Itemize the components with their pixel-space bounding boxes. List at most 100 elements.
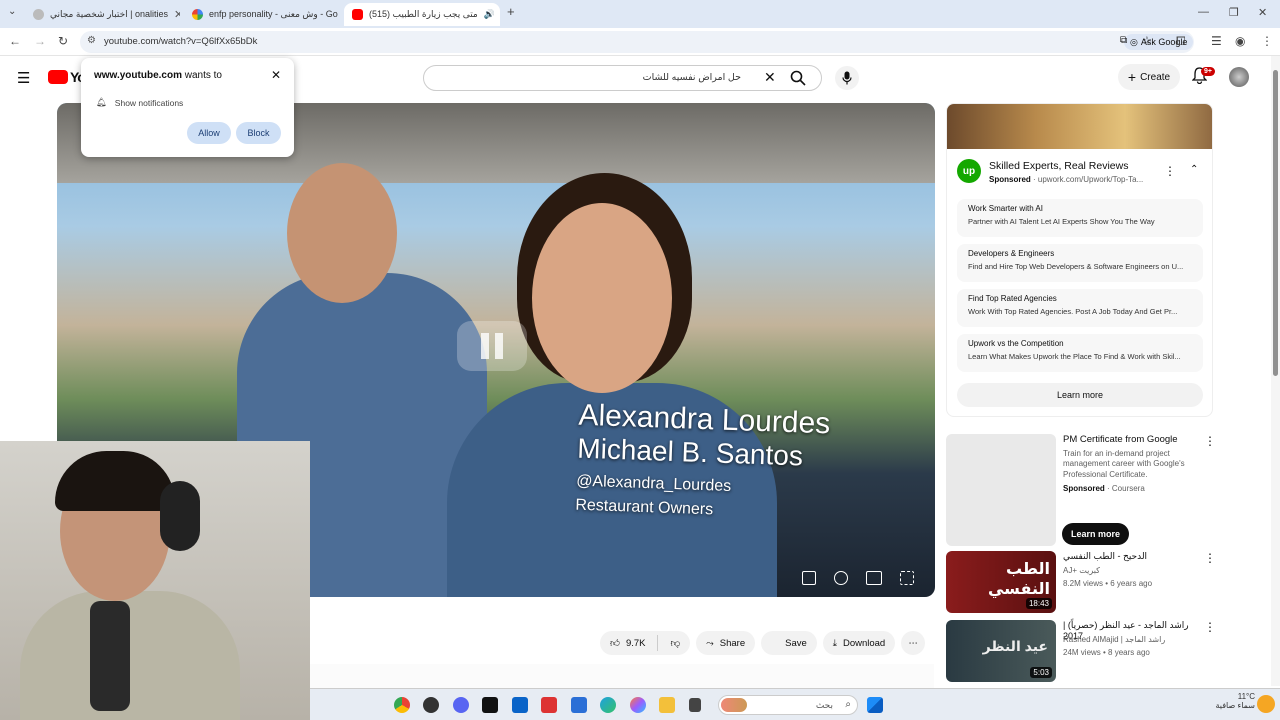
settings-gear-icon[interactable] (834, 571, 848, 585)
sitelink-desc: Partner with AI Talent Let AI Experts Sh… (968, 217, 1155, 226)
back-icon[interactable]: ← (9, 34, 21, 48)
more-options-icon[interactable]: ⋮ (1204, 620, 1216, 634)
promo-learn-more-button[interactable]: Learn more (1062, 523, 1130, 545)
weather-sun-icon[interactable] (1257, 695, 1275, 713)
fullscreen-icon[interactable] (900, 571, 914, 585)
browser-tab-3-active[interactable]: (515) متى يجب زيارة الطبيب 🔊 ✕ (344, 3, 500, 26)
promo-thumbnail[interactable] (946, 434, 1056, 546)
video-title[interactable]: الدحيح - الطب النفسي (1063, 551, 1203, 562)
promo-card[interactable]: PM Certificate from Google Train for an … (946, 434, 1216, 546)
tab-label: enfp personality - وش معنى - Go (209, 9, 338, 19)
windows-start-icon[interactable] (867, 697, 883, 713)
theater-mode-icon[interactable] (866, 571, 882, 585)
create-button[interactable]: + Create (1118, 64, 1180, 90)
scrollbar-thumb[interactable] (1273, 70, 1278, 376)
video-thumbnail[interactable]: الطب النفسي 18:43 (946, 551, 1056, 613)
edge-icon[interactable] (600, 697, 616, 713)
close-tab-icon[interactable]: ✕ (174, 8, 180, 21)
site-info-icon[interactable]: ⚙ (87, 35, 96, 46)
recommendation-item[interactable]: الطب النفسي 18:43 الدحيح - الطب النفسي A… (946, 551, 1216, 615)
audio-playing-icon[interactable]: 🔊 (484, 9, 495, 20)
search-input[interactable]: حل امراض نفسيه للشات (643, 72, 741, 83)
hamburger-menu-icon[interactable]: ☰ (17, 69, 30, 87)
more-options-icon[interactable]: ⋮ (1204, 551, 1216, 565)
install-app-icon[interactable]: ⧉ (1120, 35, 1127, 46)
video-meta: 24M views • 8 years ago (1063, 648, 1150, 657)
thumbs-down-icon[interactable]: 👎︎ (664, 637, 686, 649)
new-tab-button[interactable]: + (507, 4, 515, 19)
more-actions-icon[interactable]: ⋯ (901, 631, 926, 655)
url-text[interactable]: youtube.com/watch?v=Q6lfXx65bDk (104, 36, 257, 47)
restore-icon[interactable]: ❐ (1229, 6, 1239, 19)
address-bar[interactable]: ⚙ youtube.com/watch?v=Q6lfXx65bDk ◎ Ask … (80, 31, 1194, 53)
clear-search-icon[interactable]: ✕ (764, 69, 776, 86)
search-box[interactable]: حل امراض نفسيه للشات ✕ (423, 65, 822, 91)
popup-site: www.youtube.com (94, 70, 182, 81)
ad-banner-image[interactable] (947, 104, 1212, 149)
video-scene (287, 163, 397, 303)
browser-menu-icon[interactable]: ⋮ (1261, 34, 1273, 48)
chrome-icon[interactable] (394, 697, 410, 713)
forward-icon[interactable]: → (34, 34, 46, 48)
file-explorer-icon[interactable] (659, 697, 675, 713)
ad-sitelink[interactable]: Find Top Rated Agencies Work With Top Ra… (957, 289, 1203, 327)
taskbar-search-box[interactable]: بحث ⌕ (718, 695, 858, 715)
youtube-logo-icon (48, 70, 68, 84)
video-thumbnail[interactable]: عيد النظر 5:03 (946, 620, 1056, 682)
allow-button[interactable]: Allow (187, 122, 231, 144)
account-avatar[interactable] (1229, 67, 1249, 87)
learn-more-button[interactable]: Learn more (957, 383, 1203, 407)
ad-more-options-icon[interactable]: ⋮ (1164, 164, 1176, 178)
popup-title: www.youtube.com wants to (94, 70, 222, 81)
youtube-logo[interactable]: Yo (48, 69, 86, 85)
obs-icon[interactable] (423, 697, 439, 713)
ad-sitelink[interactable]: Work Smarter with AI Partner with AI Tal… (957, 199, 1203, 237)
profile-icon[interactable]: ◉ (1235, 34, 1245, 48)
thumbnail-text: الطب النفسي (987, 561, 1050, 598)
collapse-icon[interactable]: ⌃ (1190, 164, 1198, 175)
channel-name[interactable]: AJ+ كبريت (1063, 566, 1100, 575)
recommendation-item[interactable]: عيد النظر 5:03 راشد الماجد - عيد النظر (… (946, 620, 1216, 684)
like-button[interactable]: 👍︎ 9.7K 👎︎ (600, 631, 691, 655)
bookmark-star-icon[interactable]: ☆ (1142, 34, 1152, 47)
store-icon[interactable] (571, 697, 587, 713)
more-options-icon[interactable]: ⋮ (1204, 434, 1216, 448)
ad-url: upwork.com/Upwork/Top-Ta... (1037, 175, 1144, 184)
youtube-favicon-icon (352, 9, 363, 20)
channel-name[interactable]: Rashed AlMajid | راشد الماجد (1063, 635, 1165, 644)
browser-tab-2[interactable]: enfp personality - وش معنى - Go ✕ (184, 3, 344, 26)
ad-sitelink[interactable]: Developers & Engineers Find and Hire Top… (957, 244, 1203, 282)
tab-search-icon[interactable]: ⌄ (8, 6, 16, 17)
pause-button[interactable] (457, 321, 527, 371)
close-window-icon[interactable]: ✕ (1258, 6, 1267, 19)
subtitles-cc-icon[interactable] (802, 571, 816, 585)
ad-sitelink[interactable]: Upwork vs the Competition Learn What Mak… (957, 334, 1203, 372)
extensions-icon[interactable]: ⧠ (1176, 34, 1186, 49)
copilot-icon[interactable] (630, 697, 646, 713)
block-button[interactable]: Block (236, 122, 281, 144)
save-button[interactable]: Save (761, 631, 817, 655)
ad-title[interactable]: Skilled Experts, Real Reviews (989, 160, 1128, 172)
video-duration: 5:03 (1030, 667, 1052, 678)
reload-icon[interactable]: ↻ (58, 34, 68, 48)
minimize-icon[interactable]: — (1198, 6, 1209, 18)
close-popup-icon[interactable]: ✕ (271, 68, 281, 82)
discord-icon[interactable] (453, 697, 469, 713)
capcut-icon[interactable] (482, 697, 498, 713)
outlook-icon[interactable] (512, 697, 528, 713)
search-icon[interactable] (790, 70, 806, 86)
share-button[interactable]: ⤳ Share (696, 631, 756, 655)
reading-list-icon[interactable]: ☰ (1211, 34, 1222, 48)
promo-sponsor-line: Sponsored · Coursera (1063, 484, 1145, 493)
gift-icon[interactable] (541, 697, 557, 713)
promo-title[interactable]: PM Certificate from Google (1063, 434, 1203, 445)
browser-tab-strip: ⌄ اختبار شخصية مجاني | onalities ✕ enfp … (0, 0, 1280, 28)
upwork-logo-icon: up (957, 159, 981, 183)
weather-widget[interactable]: 11°C سماء صافية (1205, 692, 1255, 710)
search-highlight-icon (721, 698, 747, 712)
download-button[interactable]: ⤓ Download (822, 631, 896, 655)
voice-search-button[interactable] (835, 66, 859, 90)
browser-tab-1[interactable]: اختبار شخصية مجاني | onalities ✕ (25, 3, 180, 26)
app-icon[interactable] (689, 698, 701, 712)
sponsored-ad-card[interactable]: up Skilled Experts, Real Reviews Sponsor… (946, 103, 1213, 417)
